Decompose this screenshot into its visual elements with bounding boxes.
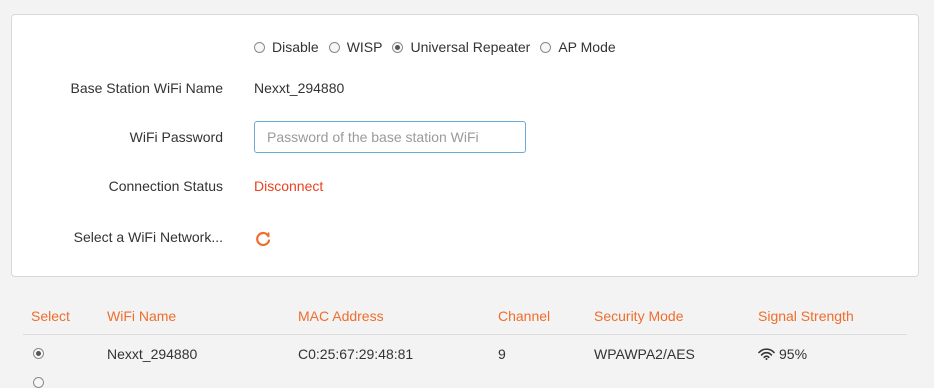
mode-option-universal-repeater[interactable]: Universal Repeater [392,39,530,55]
wifi-signal-icon [758,347,775,363]
mode-label-wisp: WISP [346,39,383,55]
repeater-settings-panel: Disable WISP Universal Repeater AP Mode … [11,14,919,277]
base-station-value: Nexxt_294880 [254,80,345,96]
next-row-select-radio[interactable] [33,377,44,388]
refresh-icon[interactable] [253,229,273,249]
header-select: Select [31,308,70,324]
mode-option-wisp[interactable]: WISP [328,39,383,55]
mode-label-disable: Disable [272,39,319,55]
select-network-label: Select a WiFi Network... [73,229,223,245]
row-signal-strength: 95% [758,346,807,363]
mode-radio-group: Disable WISP Universal Repeater AP Mode [254,39,626,55]
header-security-mode: Security Mode [594,308,684,324]
row-security-mode: WPAWPA2/AES [594,346,695,362]
row-channel: 9 [498,346,506,362]
radio-ap-mode[interactable] [540,41,552,53]
password-label: WiFi Password [129,129,223,145]
row-select-radio[interactable] [33,348,44,359]
table-header: Select WiFi Name MAC Address Channel Sec… [23,298,907,335]
radio-universal-repeater[interactable] [392,41,404,53]
header-mac-address: MAC Address [298,308,384,324]
mode-label-ap-mode: AP Mode [558,39,616,55]
connection-status-value: Disconnect [254,178,324,194]
header-signal-strength: Signal Strength [758,308,854,324]
radio-disable[interactable] [254,41,265,53]
mode-label-universal-repeater: Universal Repeater [410,39,531,55]
password-input[interactable] [254,121,526,153]
mode-option-disable[interactable]: Disable [254,39,319,55]
row-signal-value: 95% [779,346,808,362]
header-channel: Channel [498,308,551,324]
radio-wisp[interactable] [328,41,340,53]
header-wifi-name: WiFi Name [107,308,177,324]
table-row[interactable]: Nexxt_294880 C0:25:67:29:48:81 9 WPAWPA2… [23,335,907,371]
wifi-network-table: Select WiFi Name MAC Address Channel Sec… [23,298,907,371]
connection-status-label: Connection Status [108,178,223,194]
base-station-label: Base Station WiFi Name [70,80,224,96]
row-wifi-name: Nexxt_294880 [107,346,198,362]
row-mac-address: C0:25:67:29:48:81 [298,346,414,362]
mode-option-ap-mode[interactable]: AP Mode [540,39,616,55]
